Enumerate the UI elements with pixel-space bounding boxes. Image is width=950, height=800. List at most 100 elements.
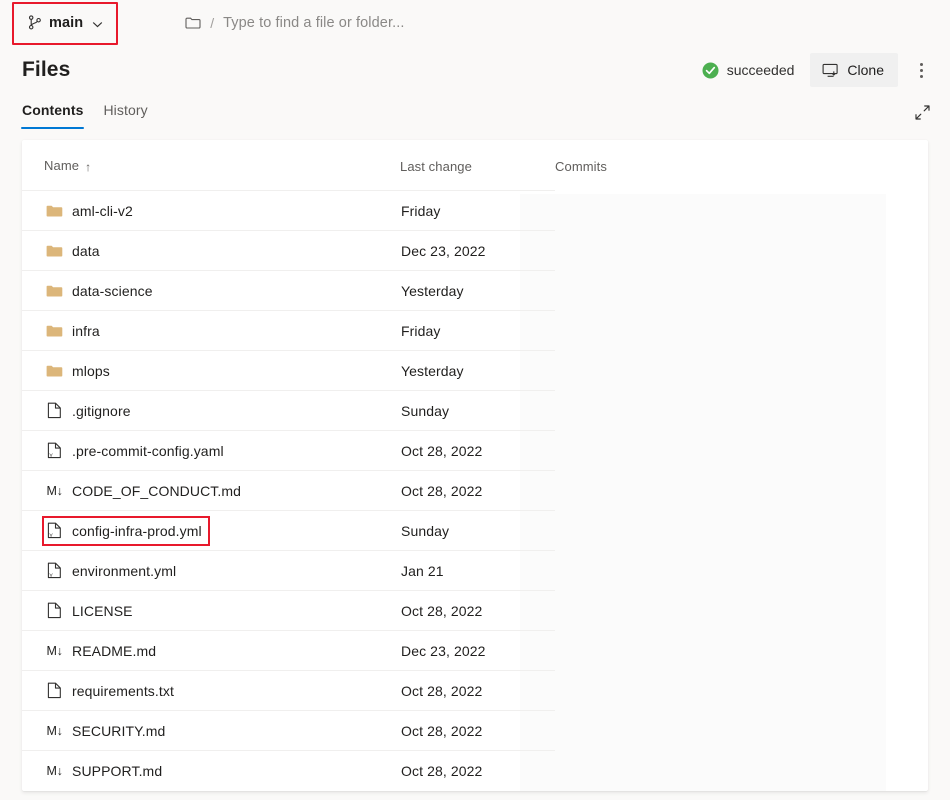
file-entry-link[interactable]: requirements.txt	[44, 679, 180, 703]
column-header-last-change[interactable]: Last change	[400, 140, 555, 191]
file-name-cell[interactable]: requirements.txt	[22, 671, 400, 711]
folder-icon[interactable]	[184, 14, 201, 32]
folder-icon	[46, 202, 63, 220]
commits-cell	[555, 351, 928, 391]
table-row[interactable]: data Dec 23, 2022	[22, 231, 928, 271]
last-change-cell: Dec 23, 2022	[400, 231, 555, 271]
last-change-cell: Jan 21	[400, 551, 555, 591]
file-entry-link[interactable]: M↓README.md	[44, 639, 162, 663]
tab-contents-label: Contents	[22, 102, 83, 118]
file-name-label: requirements.txt	[72, 683, 174, 699]
file-name-cell[interactable]: M↓CODE_OF_CONDUCT.md	[22, 471, 400, 511]
table-row[interactable]: LICENSEOct 28, 2022	[22, 591, 928, 631]
tab-history-label: History	[103, 102, 147, 118]
commits-cell	[555, 191, 928, 231]
table-row[interactable]: requirements.txtOct 28, 2022	[22, 671, 928, 711]
table-row[interactable]: Yconfig-infra-prod.yml Sunday	[22, 511, 928, 551]
file-name-label: environment.yml	[72, 563, 176, 579]
branch-selector[interactable]: main	[18, 9, 112, 37]
file-name-cell[interactable]: Yconfig-infra-prod.yml	[22, 511, 400, 551]
yaml-file-icon: Y	[46, 442, 63, 460]
header-actions: succeeded Clone	[696, 53, 936, 87]
file-entry-link[interactable]: data-science	[44, 279, 159, 303]
last-change-cell: Sunday	[400, 511, 555, 551]
file-entry-link[interactable]: Yenvironment.yml	[44, 559, 182, 583]
file-name-cell[interactable]: infra	[22, 311, 400, 351]
file-icon	[46, 602, 63, 620]
file-entry-link[interactable]: M↓CODE_OF_CONDUCT.md	[44, 479, 247, 503]
file-name-label: README.md	[72, 643, 156, 659]
file-name-cell[interactable]: M↓SECURITY.md	[22, 711, 400, 751]
last-change-cell: Oct 28, 2022	[400, 431, 555, 471]
clone-button[interactable]: Clone	[810, 53, 898, 87]
commits-cell	[555, 471, 928, 511]
search-input[interactable]: Type to find a file or folder...	[223, 15, 404, 31]
file-name-label: data-science	[72, 283, 153, 299]
table-row[interactable]: mlopsYesterday	[22, 351, 928, 391]
table-row[interactable]: M↓SECURITY.mdOct 28, 2022	[22, 711, 928, 751]
table-row[interactable]: Yenvironment.yml Jan 21	[22, 551, 928, 591]
file-entry-link[interactable]: Y.pre-commit-config.yaml	[44, 439, 230, 463]
file-name-cell[interactable]: data	[22, 231, 400, 271]
commits-cell	[555, 391, 928, 431]
breadcrumb: / Type to find a file or folder...	[184, 14, 404, 32]
file-name-label: SECURITY.md	[72, 723, 165, 739]
table-row[interactable]: data-scienceYesterday	[22, 271, 928, 311]
file-name-cell[interactable]: .gitignore	[22, 391, 400, 431]
last-change-cell: Oct 28, 2022	[400, 751, 555, 791]
file-name-label: SUPPORT.md	[72, 763, 162, 779]
file-entry-link[interactable]: .gitignore	[44, 399, 137, 423]
file-name-cell[interactable]: Yenvironment.yml	[22, 551, 400, 591]
column-header-name[interactable]: Name↑	[22, 140, 400, 191]
file-entry-link[interactable]: M↓SUPPORT.md	[44, 759, 168, 783]
table-row[interactable]: infra Friday	[22, 311, 928, 351]
column-header-commits[interactable]: Commits	[555, 140, 928, 191]
file-name-label: config-infra-prod.yml	[72, 523, 202, 539]
last-change-cell: Sunday	[400, 391, 555, 431]
file-entry-link[interactable]: M↓SECURITY.md	[44, 719, 171, 743]
file-name-cell[interactable]: aml-cli-v2	[22, 191, 400, 231]
markdown-file-icon: M↓	[46, 482, 63, 500]
table-row[interactable]: M↓CODE_OF_CONDUCT.mdOct 28, 2022	[22, 471, 928, 511]
yaml-file-icon: Y	[46, 522, 63, 540]
tab-history[interactable]: History	[93, 96, 157, 129]
file-name-cell[interactable]: M↓SUPPORT.md	[22, 751, 400, 791]
tab-contents[interactable]: Contents	[12, 96, 93, 129]
file-name-cell[interactable]: M↓README.md	[22, 631, 400, 671]
table-row[interactable]: Y.pre-commit-config.yaml Oct 28, 2022	[22, 431, 928, 471]
file-name-cell[interactable]: LICENSE	[22, 591, 400, 631]
table-row[interactable]: M↓README.mdDec 23, 2022	[22, 631, 928, 671]
file-name-label: data	[72, 243, 100, 259]
file-name-label: infra	[72, 323, 100, 339]
file-entry-link[interactable]: aml-cli-v2	[44, 199, 139, 223]
file-entry-link[interactable]: Yconfig-infra-prod.yml	[44, 519, 208, 543]
chevron-down-icon	[92, 17, 103, 28]
top-bar: main / Type to find a file or folder...	[0, 0, 950, 45]
commits-cell	[555, 231, 928, 271]
git-branch-icon	[26, 14, 43, 32]
file-entry-link[interactable]: infra	[44, 319, 106, 343]
file-entry-link[interactable]: mlops	[44, 359, 116, 383]
folder-icon	[46, 282, 63, 300]
file-table-body: aml-cli-v2FridaydataDec 23, 2022data-sci…	[22, 191, 928, 791]
file-name-label: LICENSE	[72, 603, 133, 619]
file-name-cell[interactable]: mlops	[22, 351, 400, 391]
expand-diagonal-icon	[914, 103, 931, 121]
commits-cell	[555, 511, 928, 551]
file-name-cell[interactable]: Y.pre-commit-config.yaml	[22, 431, 400, 471]
file-name-cell[interactable]: data-science	[22, 271, 400, 311]
file-entry-link[interactable]: data	[44, 239, 106, 263]
table-row[interactable]: .gitignore Sunday	[22, 391, 928, 431]
clone-button-label: Clone	[847, 62, 884, 78]
yaml-file-icon: Y	[46, 562, 63, 580]
commits-cell	[555, 751, 928, 791]
svg-text:Y: Y	[49, 573, 53, 579]
table-row[interactable]: aml-cli-v2Friday	[22, 191, 928, 231]
more-options-button[interactable]	[906, 55, 936, 85]
table-row[interactable]: M↓SUPPORT.md Oct 28, 2022	[22, 751, 928, 791]
last-change-cell: Friday	[400, 311, 555, 351]
expand-button[interactable]	[908, 98, 936, 126]
file-entry-link[interactable]: LICENSE	[44, 599, 139, 623]
status-badge[interactable]: succeeded	[696, 57, 809, 83]
svg-text:Y: Y	[49, 453, 53, 459]
